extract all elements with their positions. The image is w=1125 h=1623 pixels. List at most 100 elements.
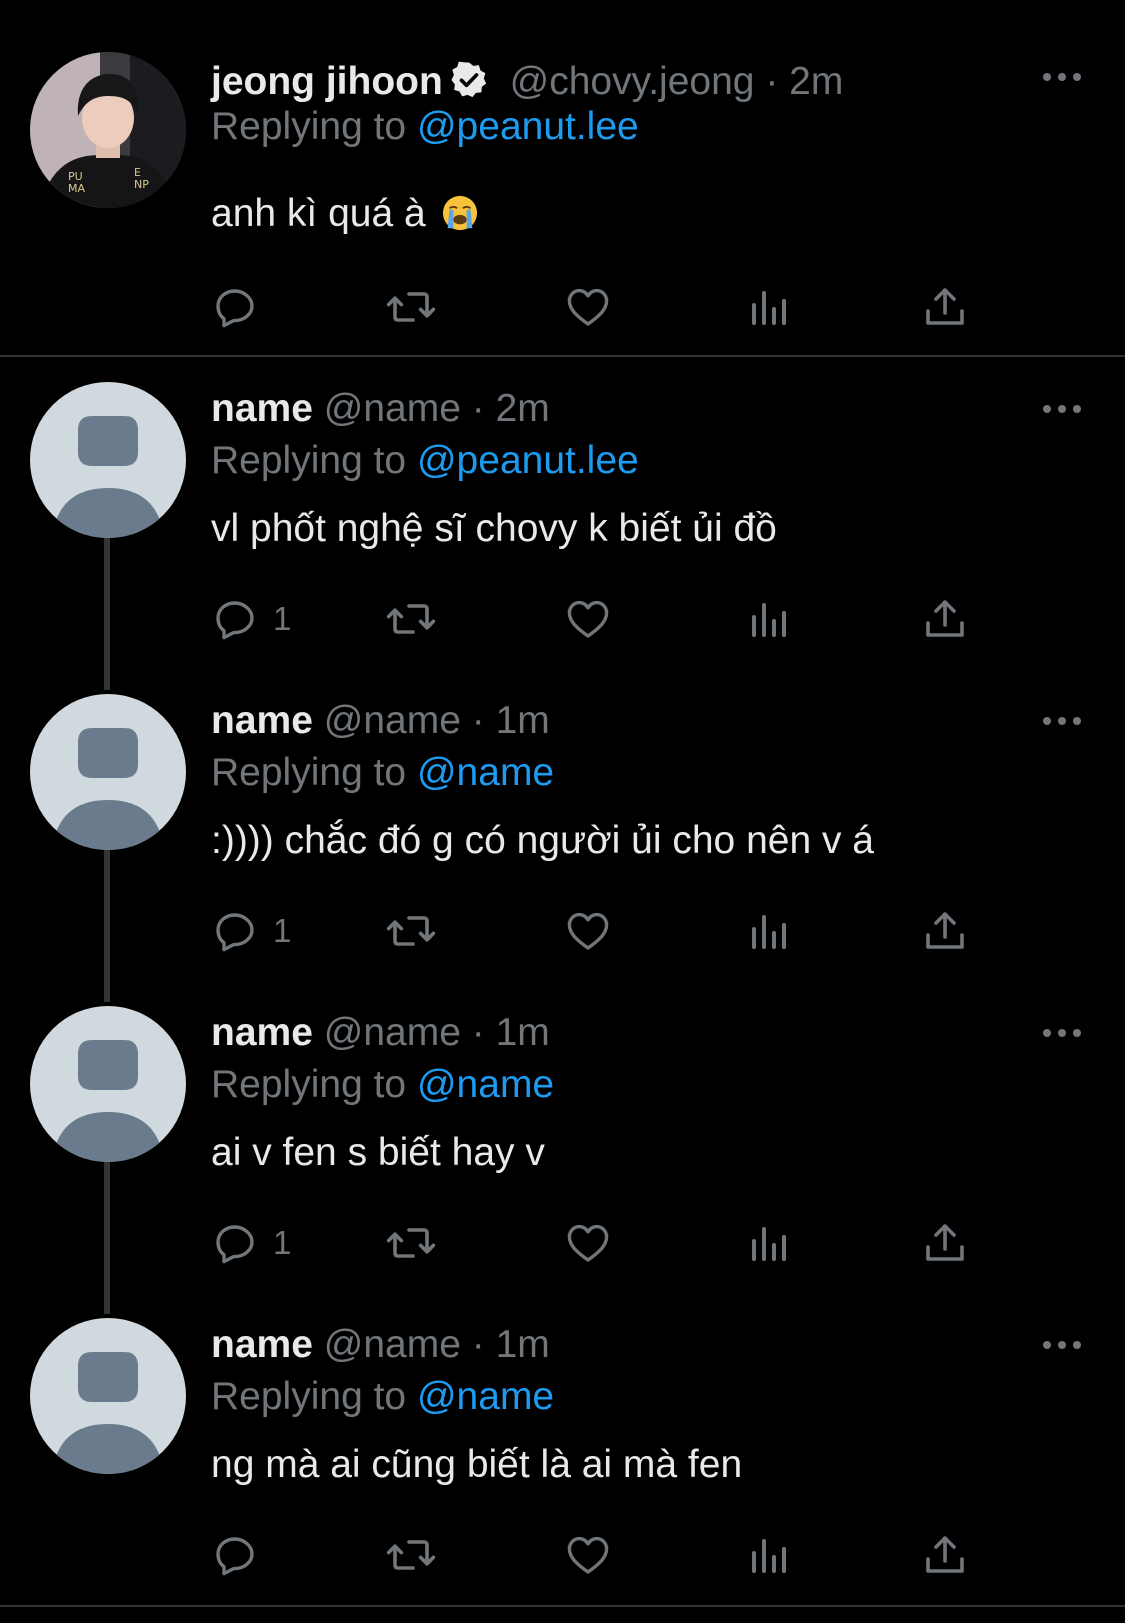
share-button[interactable] <box>921 906 969 956</box>
more-options-icon[interactable] <box>1040 70 1084 84</box>
display-name[interactable]: name <box>211 699 313 742</box>
like-button[interactable] <box>564 906 612 956</box>
retweet-icon <box>386 1540 436 1570</box>
display-name[interactable]: name <box>211 1011 313 1054</box>
reply-button[interactable]: 1 <box>211 594 291 644</box>
heart-icon <box>567 288 609 326</box>
action-bar: 1 <box>211 594 1011 644</box>
handle[interactable]: @name <box>324 1323 461 1366</box>
thread-line <box>104 1162 110 1314</box>
mention-link[interactable]: @name <box>417 751 554 794</box>
reply-button[interactable] <box>211 1530 273 1580</box>
svg-text:MA: MA <box>68 182 85 195</box>
retweet-button[interactable] <box>385 1218 437 1268</box>
mention-link[interactable]: @peanut.lee <box>417 439 639 482</box>
replying-to: Replying to @name <box>211 1374 554 1420</box>
timestamp[interactable]: 1m <box>496 1011 550 1054</box>
reply-icon <box>216 1225 254 1264</box>
reply-button[interactable]: 1 <box>211 1218 291 1268</box>
replying-to: Replying to @name <box>211 750 554 796</box>
handle[interactable]: @name <box>324 699 461 742</box>
tweet-header: name @name · 1m <box>211 1010 550 1056</box>
more-options-icon[interactable] <box>1040 402 1084 416</box>
more-options-icon[interactable] <box>1040 1026 1084 1040</box>
share-button[interactable] <box>921 1530 969 1580</box>
tweet-text-content: anh kì quá à <box>211 192 426 235</box>
reply-icon <box>216 289 254 328</box>
avatar[interactable] <box>30 694 186 850</box>
mention-link[interactable]: @name <box>417 1063 554 1106</box>
timestamp[interactable]: 2m <box>496 387 550 430</box>
replying-prefix: Replying to <box>211 1375 407 1418</box>
thread-line <box>104 538 110 690</box>
replying-prefix: Replying to <box>211 751 407 794</box>
views-button[interactable] <box>745 282 793 332</box>
share-button[interactable] <box>921 1218 969 1268</box>
reply-icon <box>216 1537 254 1576</box>
divider <box>0 1605 1125 1607</box>
loudly-crying-face-emoji <box>442 195 477 231</box>
handle[interactable]: @name <box>324 1011 461 1054</box>
profile-photo: PU MA E NP <box>30 52 186 208</box>
mention-link[interactable]: @name <box>417 1375 554 1418</box>
share-button[interactable] <box>921 282 969 332</box>
action-bar <box>211 1530 1011 1580</box>
avatar[interactable] <box>30 1318 186 1474</box>
tweet-text: anh kì quá à <box>211 191 479 237</box>
views-chart-icon <box>752 291 786 325</box>
retweet-button[interactable] <box>385 906 437 956</box>
default-avatar-icon <box>30 694 186 850</box>
timestamp[interactable]: 1m <box>496 699 550 742</box>
replying-to: Replying to @name <box>211 1062 554 1108</box>
tweet-text-content: ai v fen s biết hay v <box>211 1131 545 1174</box>
separator: · <box>471 387 485 430</box>
avatar[interactable] <box>30 1006 186 1162</box>
tweet-text-content: ng mà ai cũng biết là ai mà fen <box>211 1443 743 1486</box>
tweet-text-content: vl phốt nghệ sĩ chovy k biết ủi đồ <box>211 507 777 550</box>
action-bar: 1 <box>211 906 1011 956</box>
reply-button[interactable]: 1 <box>211 906 291 956</box>
timestamp[interactable]: 2m <box>789 60 843 103</box>
handle[interactable]: @name <box>324 387 461 430</box>
views-button[interactable] <box>745 1530 793 1580</box>
views-button[interactable] <box>745 1218 793 1268</box>
retweet-icon <box>386 1228 436 1258</box>
avatar[interactable]: PU MA E NP <box>30 52 186 208</box>
tweet-header: name @name · 1m <box>211 698 550 744</box>
share-icon <box>926 1224 964 1261</box>
tweet[interactable]: PU MA E NP jeong jihoon @chovy.jeong · 2… <box>0 0 1125 345</box>
display-name[interactable]: jeong jihoon <box>211 60 443 103</box>
more-options-icon[interactable] <box>1040 1338 1084 1352</box>
like-button[interactable] <box>564 282 612 332</box>
retweet-button[interactable] <box>385 594 437 644</box>
tweet-header: name @name · 2m <box>211 386 550 432</box>
like-button[interactable] <box>564 1218 612 1268</box>
default-avatar-icon <box>30 382 186 538</box>
display-name[interactable]: name <box>211 387 313 430</box>
timestamp[interactable]: 1m <box>496 1323 550 1366</box>
mention-link[interactable]: @peanut.lee <box>417 105 639 148</box>
separator: · <box>471 1323 485 1366</box>
tweet-text: :)))) chắc đó g có người ủi cho nên v á <box>211 818 874 864</box>
retweet-button[interactable] <box>385 1530 437 1580</box>
views-button[interactable] <box>745 594 793 644</box>
default-avatar-icon <box>30 1006 186 1162</box>
avatar[interactable] <box>30 382 186 538</box>
replying-prefix: Replying to <box>211 439 407 482</box>
tweet-text: ai v fen s biết hay v <box>211 1130 545 1176</box>
thread-line <box>104 850 110 1002</box>
action-bar: 1 <box>211 1218 1011 1268</box>
verified-badge-icon <box>451 61 486 98</box>
views-chart-icon <box>752 1539 786 1573</box>
heart-icon <box>567 600 609 638</box>
retweet-button[interactable] <box>385 282 437 332</box>
like-button[interactable] <box>564 1530 612 1580</box>
reply-button[interactable] <box>211 282 273 332</box>
handle[interactable]: @chovy.jeong <box>510 60 755 103</box>
like-button[interactable] <box>564 594 612 644</box>
more-options-icon[interactable] <box>1040 714 1084 728</box>
share-button[interactable] <box>921 594 969 644</box>
views-button[interactable] <box>745 906 793 956</box>
share-icon <box>926 600 964 637</box>
display-name[interactable]: name <box>211 1323 313 1366</box>
